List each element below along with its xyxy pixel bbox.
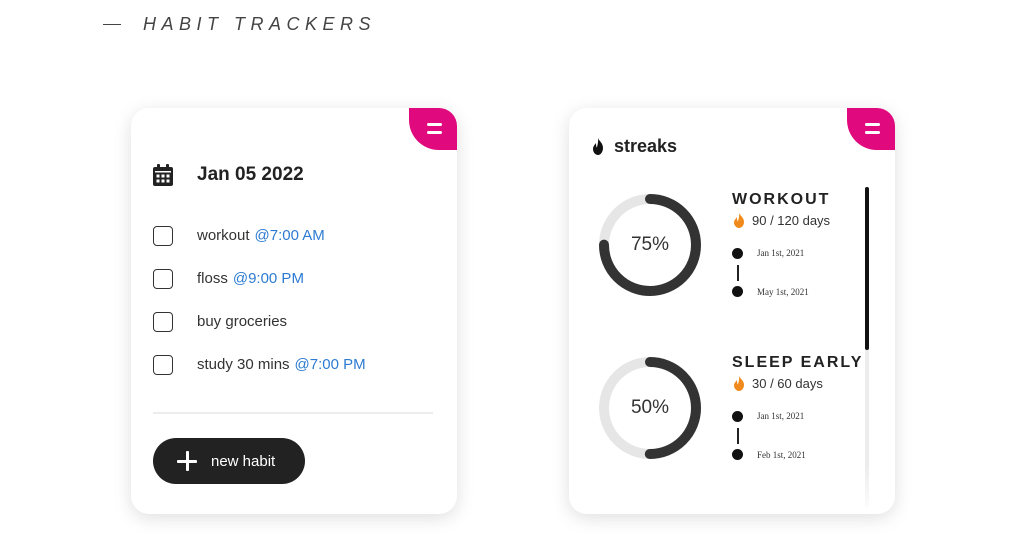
timeline-start-dot bbox=[732, 248, 743, 259]
scrollbar-thumb[interactable] bbox=[865, 187, 869, 350]
page-title: HABIT TRACKERS bbox=[143, 14, 377, 34]
current-date: Jan 05 2022 bbox=[197, 164, 304, 185]
menu-button[interactable] bbox=[847, 108, 895, 150]
new-habit-button[interactable]: new habit bbox=[153, 438, 305, 484]
streak-name: SLEEP EARLY bbox=[732, 354, 864, 371]
streak-days: 90 / 120 days bbox=[733, 213, 830, 228]
habit-item-floss: floss @9:00 PM bbox=[153, 257, 366, 300]
new-habit-label: new habit bbox=[211, 452, 276, 470]
end-date: May 1st, 2021 bbox=[757, 287, 809, 297]
days-count: 30 / 60 days bbox=[752, 376, 823, 391]
progress-percent: 75% bbox=[630, 234, 670, 255]
hamburger-menu-icon bbox=[865, 123, 880, 126]
habit-time: @9:00 PM bbox=[232, 270, 304, 287]
streaks-card: streaks 75% WORKOUT 90 / 120 days Jan 1s… bbox=[569, 108, 895, 514]
start-date: Jan 1st, 2021 bbox=[757, 411, 805, 421]
habit-checkbox-floss[interactable] bbox=[153, 268, 173, 289]
plus-icon bbox=[177, 451, 197, 471]
hamburger-menu-icon-bar bbox=[865, 131, 880, 134]
page-heading: HABIT TRACKERS bbox=[103, 14, 376, 35]
flame-icon bbox=[734, 213, 744, 228]
habit-time: @7:00 AM bbox=[254, 227, 325, 244]
date-row: Jan 05 2022 bbox=[153, 164, 304, 186]
streak-days: 30 / 60 days bbox=[733, 376, 823, 391]
timeline-end-dot bbox=[732, 449, 743, 460]
bottom-fade bbox=[569, 464, 895, 514]
heading-dash bbox=[103, 24, 121, 25]
timeline-line bbox=[736, 265, 739, 281]
timeline-start-dot bbox=[732, 411, 743, 422]
streak-item-workout: 75% WORKOUT 90 / 120 days Jan 1st, 2021 … bbox=[569, 188, 869, 338]
timeline-end-dot bbox=[732, 286, 743, 297]
flame-icon bbox=[734, 376, 744, 391]
habit-item-workout: workout @7:00 AM bbox=[153, 214, 366, 257]
streak-name: WORKOUT bbox=[732, 191, 831, 208]
hamburger-menu-icon-bar bbox=[427, 131, 442, 134]
timeline-line bbox=[736, 428, 739, 444]
today-habits-card: Jan 05 2022 workout @7:00 AM floss @9:00… bbox=[131, 108, 457, 514]
hamburger-menu-icon bbox=[427, 123, 442, 126]
divider bbox=[153, 412, 433, 414]
habit-name: workout bbox=[197, 227, 250, 244]
flame-icon bbox=[593, 138, 603, 155]
streaks-header: streaks bbox=[591, 136, 677, 157]
habit-name: floss bbox=[197, 270, 228, 287]
habit-item-study: study 30 mins @7:00 PM bbox=[153, 343, 366, 386]
streaks-title: streaks bbox=[614, 136, 678, 156]
habit-checkbox-study[interactable] bbox=[153, 354, 173, 375]
menu-button[interactable] bbox=[409, 108, 457, 150]
habit-list: workout @7:00 AM floss @9:00 PM buy groc… bbox=[153, 214, 366, 386]
habit-item-buy-groceries: buy groceries bbox=[153, 300, 366, 343]
habit-time: @7:00 PM bbox=[294, 356, 366, 373]
progress-percent: 50% bbox=[630, 397, 670, 418]
habit-checkbox-buy-groceries[interactable] bbox=[153, 311, 173, 332]
habit-name: buy groceries bbox=[197, 313, 288, 330]
end-date: Feb 1st, 2021 bbox=[757, 450, 806, 460]
habit-name: study 30 mins bbox=[197, 356, 290, 373]
days-count: 90 / 120 days bbox=[752, 213, 831, 228]
habit-checkbox-workout[interactable] bbox=[153, 225, 173, 246]
calendar-icon bbox=[153, 164, 173, 186]
start-date: Jan 1st, 2021 bbox=[757, 248, 805, 258]
